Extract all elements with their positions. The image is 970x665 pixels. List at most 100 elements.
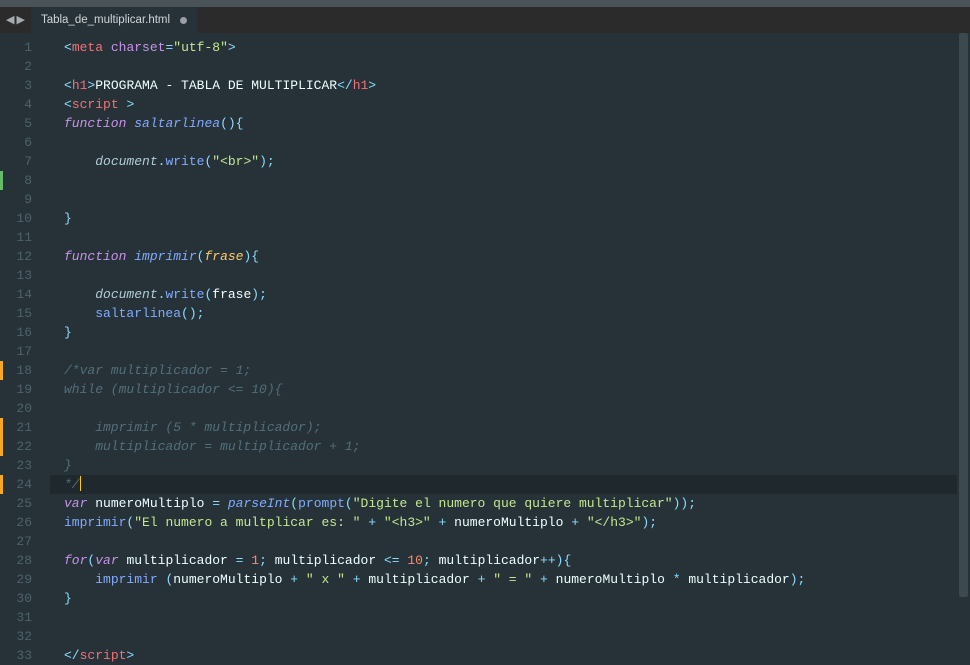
token-kw: function	[64, 249, 126, 264]
code-line[interactable]	[50, 171, 970, 190]
token-varn: numeroMultiplo	[173, 572, 290, 587]
code-content[interactable]: <meta charset="utf-8"><h1>PROGRAMA - TAB…	[50, 33, 970, 660]
code-line[interactable]: imprimir (5 * multiplicador);	[50, 418, 970, 437]
line-number: 16	[0, 323, 50, 342]
line-number: 17	[0, 342, 50, 361]
token-fn: parseInt	[228, 496, 290, 511]
line-number: 9	[0, 190, 50, 209]
code-line[interactable]: }	[50, 589, 970, 608]
token-txt	[446, 515, 454, 530]
code-line[interactable]: <script >	[50, 95, 970, 114]
token-tag: h1	[353, 78, 369, 93]
nav-back-icon[interactable]: ◀	[6, 13, 14, 27]
code-line[interactable]: imprimir("El numero a multplicar es: " +…	[50, 513, 970, 532]
token-punc: ))	[673, 496, 689, 511]
token-op: *	[673, 572, 681, 587]
tab-nav-arrows: ◀ ▶	[0, 13, 31, 27]
token-varn: frase	[212, 287, 251, 302]
code-line[interactable]: document.write("<br>");	[50, 152, 970, 171]
token-str: "<br>"	[212, 154, 259, 169]
line-number: 25	[0, 494, 50, 513]
code-line[interactable]: }	[50, 323, 970, 342]
token-num: 1	[251, 553, 259, 568]
token-varn: multiplicador	[688, 572, 789, 587]
token-varn: multiplicador	[439, 553, 540, 568]
token-txt	[431, 553, 439, 568]
token-fncall: write	[165, 287, 204, 302]
token-punc: ;	[798, 572, 806, 587]
token-punc: ;	[259, 287, 267, 302]
token-tag: script	[80, 648, 127, 663]
token-kw: function	[64, 116, 126, 131]
code-line[interactable]: var numeroMultiplo = parseInt(prompt("Di…	[50, 494, 970, 513]
token-cmt: /*var multiplicador = 1;	[64, 363, 251, 378]
line-number: 6	[0, 133, 50, 152]
code-line[interactable]	[50, 608, 970, 627]
code-line[interactable]	[50, 190, 970, 209]
line-number: 4	[0, 95, 50, 114]
code-line[interactable]: while (multiplicador <= 10){	[50, 380, 970, 399]
code-line[interactable]: */	[50, 475, 970, 494]
code-line[interactable]: </script>	[50, 646, 970, 665]
nav-forward-icon[interactable]: ▶	[16, 13, 24, 27]
tab-bar: ◀ ▶ Tabla_de_multiplicar.html	[0, 7, 970, 33]
tab-active[interactable]: Tabla_de_multiplicar.html	[31, 7, 197, 33]
scrollbar-thumb[interactable]	[959, 33, 968, 597]
token-punc: )	[259, 154, 267, 169]
code-line[interactable]: saltarlinea();	[50, 304, 970, 323]
code-line[interactable]	[50, 532, 970, 551]
code-line[interactable]: imprimir (numeroMultiplo + " x " + multi…	[50, 570, 970, 589]
gutter: 1234567891011121314151617181920212223242…	[0, 33, 50, 660]
token-brk: <	[64, 78, 72, 93]
line-number: 13	[0, 266, 50, 285]
token-txt: PROGRAMA - TABLA DE MULTIPLICAR	[95, 78, 337, 93]
line-number: 3	[0, 76, 50, 95]
code-line[interactable]	[50, 228, 970, 247]
token-op: +	[540, 572, 548, 587]
token-brk: >	[368, 78, 376, 93]
code-line[interactable]	[50, 627, 970, 646]
token-txt	[64, 154, 95, 169]
token-varn: multiplicador	[126, 553, 235, 568]
token-punc: )	[251, 287, 259, 302]
code-line[interactable]: multiplicador = multiplicador + 1;	[50, 437, 970, 456]
code-line[interactable]: }	[50, 456, 970, 475]
code-line[interactable]	[50, 342, 970, 361]
token-brk: <	[64, 40, 72, 55]
vertical-scrollbar[interactable]	[957, 33, 970, 660]
line-number: 20	[0, 399, 50, 418]
token-op: +	[368, 515, 376, 530]
token-fn: imprimir	[134, 249, 196, 264]
line-number: 22	[0, 437, 50, 456]
code-line[interactable]: for(var multiplicador = 1; multiplicador…	[50, 551, 970, 570]
token-op: +	[290, 572, 298, 587]
code-line[interactable]: <h1>PROGRAMA - TABLA DE MULTIPLICAR</h1>	[50, 76, 970, 95]
token-txt	[220, 496, 228, 511]
token-brk: >	[228, 40, 236, 55]
code-line[interactable]	[50, 133, 970, 152]
window-titlebar	[0, 0, 970, 7]
code-line[interactable]: document.write(frase);	[50, 285, 970, 304]
token-txt	[376, 515, 384, 530]
line-number: 8	[0, 171, 50, 190]
code-line[interactable]: <meta charset="utf-8">	[50, 38, 970, 57]
code-line[interactable]: }	[50, 209, 970, 228]
token-cmt: imprimir (5 * multiplicador);	[64, 420, 321, 435]
code-line[interactable]	[50, 266, 970, 285]
token-varn: numeroMultiplo	[454, 515, 571, 530]
token-punc: (	[345, 496, 353, 511]
line-number: 27	[0, 532, 50, 551]
code-line[interactable]	[50, 399, 970, 418]
editor-area[interactable]: 1234567891011121314151617181920212223242…	[0, 33, 970, 660]
token-txt	[64, 287, 95, 302]
line-number: 33	[0, 646, 50, 665]
token-punc: )	[790, 572, 798, 587]
code-line[interactable]: /*var multiplicador = 1;	[50, 361, 970, 380]
code-line[interactable]	[50, 57, 970, 76]
token-txt	[532, 572, 540, 587]
code-line[interactable]: function saltarlinea(){	[50, 114, 970, 133]
token-punc: }	[64, 325, 72, 340]
line-number: 11	[0, 228, 50, 247]
code-line[interactable]: function imprimir(frase){	[50, 247, 970, 266]
line-number: 23	[0, 456, 50, 475]
